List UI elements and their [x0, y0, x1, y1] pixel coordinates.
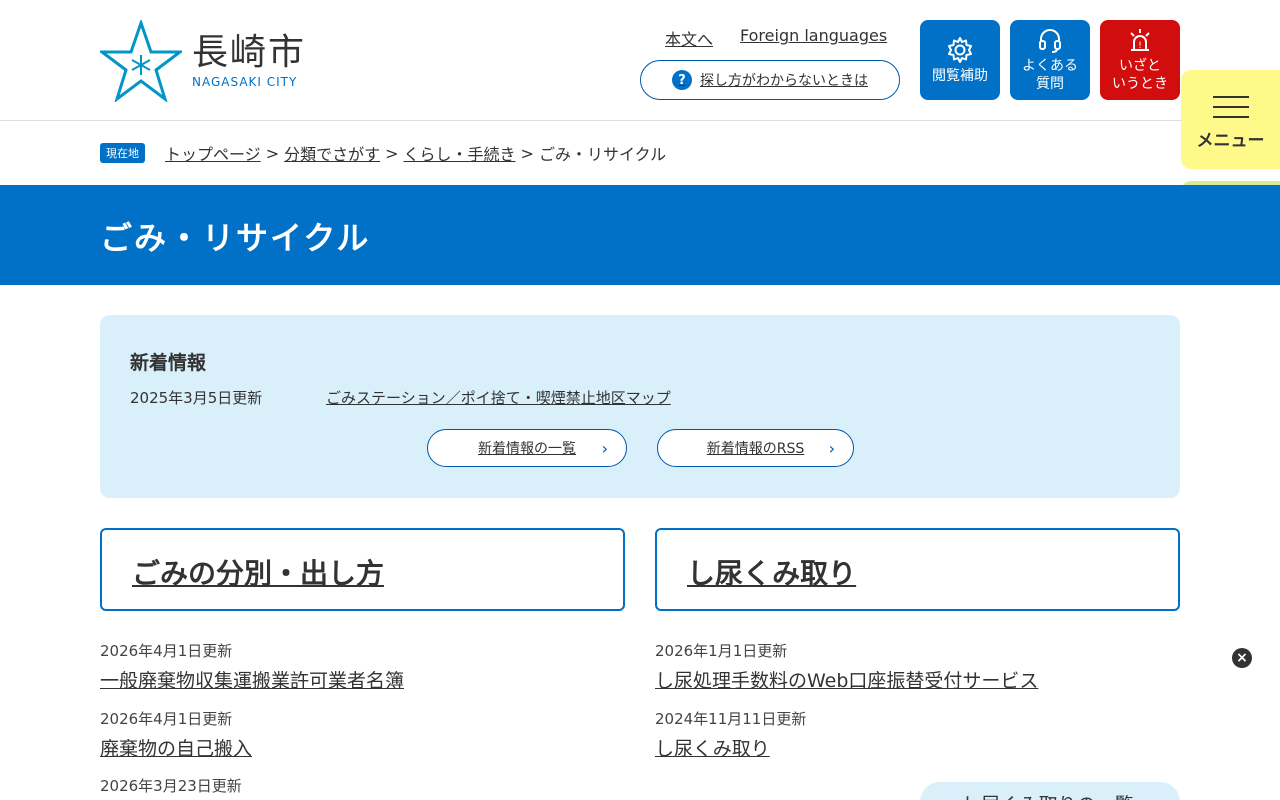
- list-item-date: 2026年3月23日更新: [100, 777, 242, 795]
- news-rss-button[interactable]: 新着情報のRSS ›: [657, 429, 854, 467]
- news-link[interactable]: ごみステーション／ポイ捨て・喫煙禁止地区マップ: [326, 387, 671, 408]
- night-soil-list-button[interactable]: し尿くみ取りの一覧: [920, 782, 1180, 800]
- foreign-languages-link[interactable]: Foreign languages: [740, 26, 887, 45]
- page-title: ごみ・リサイクル: [100, 219, 371, 257]
- menu-label: メニュー: [1196, 131, 1265, 151]
- category-title-night-soil[interactable]: し尿くみ取り: [687, 552, 856, 592]
- chevron-right-icon: ›: [828, 439, 835, 458]
- site-logo[interactable]: 長崎市 NAGASAKI CITY: [100, 20, 306, 102]
- news-list-button[interactable]: 新着情報の一覧 ›: [427, 429, 627, 467]
- faq-label-line1: よくある: [1022, 57, 1078, 74]
- news-rss-label: 新着情報のRSS: [706, 441, 805, 457]
- skip-to-content-link[interactable]: 本文へ: [665, 26, 713, 50]
- breadcrumb-item-category[interactable]: 分類でさがす: [284, 141, 380, 165]
- category-card-garbage: ごみの分別・出し方: [100, 528, 625, 611]
- breadcrumb: 現在地 トップページ > 分類でさがす > くらし・手続き > ごみ・リサイクル: [100, 141, 666, 165]
- search-help-label: 探し方がわからないときは: [700, 73, 868, 89]
- star-logo-icon: [100, 20, 182, 102]
- breadcrumb-item-top[interactable]: トップページ: [165, 141, 261, 165]
- svg-text:!: !: [1138, 41, 1142, 51]
- breadcrumb-item-living[interactable]: くらし・手続き: [404, 141, 516, 165]
- emergency-label-line1: いざと: [1119, 57, 1161, 74]
- gear-icon: [948, 36, 972, 63]
- list-item-link[interactable]: し尿処理手数料のWeb口座振替受付サービス: [655, 666, 1038, 693]
- close-icon[interactable]: ×: [1232, 648, 1252, 668]
- list-item-date: 2026年1月1日更新: [655, 642, 788, 660]
- question-icon: ?: [672, 70, 692, 90]
- menu-button[interactable]: メニュー: [1181, 70, 1280, 169]
- logo-name-ja: 長崎市: [192, 32, 307, 73]
- emergency-label-line2: いうとき: [1112, 75, 1168, 92]
- search-help-button[interactable]: ? 探し方がわからないときは: [640, 60, 900, 100]
- page-title-band: ごみ・リサイクル: [0, 185, 1280, 285]
- breadcrumb-badge: 現在地: [100, 143, 145, 163]
- faq-label-line2: 質問: [1036, 75, 1064, 92]
- news-list-label: 新着情報の一覧: [478, 441, 576, 457]
- emergency-button[interactable]: ! いざと いうとき: [1100, 20, 1180, 100]
- news-heading: 新着情報: [130, 352, 207, 374]
- list-item-date: 2026年4月1日更新: [100, 642, 233, 660]
- list-item-link[interactable]: 廃棄物の自己搬入: [100, 734, 252, 761]
- breadcrumb-separator: >: [520, 143, 534, 163]
- breadcrumb-separator: >: [385, 143, 399, 163]
- category-card-night-soil: し尿くみ取り: [655, 528, 1180, 611]
- news-panel: 新着情報 2025年3月5日更新 ごみステーション／ポイ捨て・喫煙禁止地区マップ…: [100, 315, 1180, 498]
- accessibility-button[interactable]: 閲覧補助: [920, 20, 1000, 100]
- siren-icon: !: [1130, 28, 1150, 51]
- news-date: 2025年3月5日更新: [130, 389, 263, 407]
- chevron-right-icon: ›: [601, 439, 608, 458]
- category-title-garbage[interactable]: ごみの分別・出し方: [132, 552, 384, 592]
- list-item-date: 2026年4月1日更新: [100, 710, 233, 728]
- list-item-link[interactable]: 一般廃棄物収集運搬業許可業者名簿: [100, 666, 404, 693]
- breadcrumb-separator: >: [265, 143, 280, 163]
- headset-icon: [1039, 28, 1061, 53]
- accessibility-label: 閲覧補助: [932, 67, 988, 84]
- list-item-link[interactable]: し尿くみ取り: [655, 734, 770, 761]
- list-item-date: 2024年11月11日更新: [655, 710, 807, 728]
- logo-name-en: NAGASAKI CITY: [192, 75, 298, 89]
- faq-button[interactable]: よくある 質問: [1010, 20, 1090, 100]
- hamburger-icon: [1212, 88, 1249, 126]
- site-header: 長崎市 NAGASAKI CITY 本文へ Foreign languages …: [0, 0, 1280, 121]
- breadcrumb-item-current: ごみ・リサイクル: [538, 145, 667, 164]
